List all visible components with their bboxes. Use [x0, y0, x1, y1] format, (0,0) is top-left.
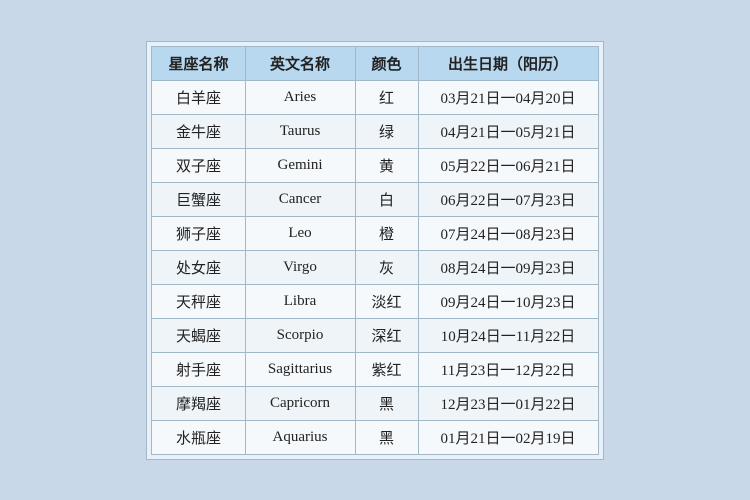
header-color: 颜色 [355, 46, 418, 80]
cell-english: Libra [245, 284, 355, 318]
cell-english: Aquarius [245, 420, 355, 454]
table-row: 天蝎座Scorpio深红10月24日一11月22日 [152, 318, 598, 352]
cell-english: Scorpio [245, 318, 355, 352]
cell-english: Leo [245, 216, 355, 250]
cell-color: 橙 [355, 216, 418, 250]
cell-english: Capricorn [245, 386, 355, 420]
cell-color: 黑 [355, 420, 418, 454]
cell-english: Cancer [245, 182, 355, 216]
table-row: 双子座Gemini黄05月22日一06月21日 [152, 148, 598, 182]
zodiac-table: 星座名称 英文名称 颜色 出生日期（阳历） 白羊座Aries红03月21日一04… [151, 46, 598, 455]
cell-color: 灰 [355, 250, 418, 284]
table-row: 白羊座Aries红03月21日一04月20日 [152, 80, 598, 114]
table-row: 金牛座Taurus绿04月21日一05月21日 [152, 114, 598, 148]
cell-date: 10月24日一11月22日 [418, 318, 598, 352]
cell-date: 01月21日一02月19日 [418, 420, 598, 454]
table-row: 水瓶座Aquarius黑01月21日一02月19日 [152, 420, 598, 454]
cell-english: Gemini [245, 148, 355, 182]
cell-date: 06月22日一07月23日 [418, 182, 598, 216]
cell-chinese: 双子座 [152, 148, 245, 182]
cell-chinese: 金牛座 [152, 114, 245, 148]
table-row: 巨蟹座Cancer白06月22日一07月23日 [152, 182, 598, 216]
header-date: 出生日期（阳历） [418, 46, 598, 80]
table-row: 狮子座Leo橙07月24日一08月23日 [152, 216, 598, 250]
cell-chinese: 水瓶座 [152, 420, 245, 454]
header-chinese: 星座名称 [152, 46, 245, 80]
cell-color: 红 [355, 80, 418, 114]
cell-english: Aries [245, 80, 355, 114]
cell-date: 12月23日一01月22日 [418, 386, 598, 420]
cell-color: 绿 [355, 114, 418, 148]
cell-english: Virgo [245, 250, 355, 284]
cell-chinese: 天秤座 [152, 284, 245, 318]
cell-date: 07月24日一08月23日 [418, 216, 598, 250]
cell-english: Taurus [245, 114, 355, 148]
cell-chinese: 狮子座 [152, 216, 245, 250]
table-row: 天秤座Libra淡红09月24日一10月23日 [152, 284, 598, 318]
cell-chinese: 处女座 [152, 250, 245, 284]
table-row: 摩羯座Capricorn黑12月23日一01月22日 [152, 386, 598, 420]
zodiac-table-container: 星座名称 英文名称 颜色 出生日期（阳历） 白羊座Aries红03月21日一04… [146, 41, 603, 460]
cell-color: 淡红 [355, 284, 418, 318]
cell-chinese: 天蝎座 [152, 318, 245, 352]
cell-date: 09月24日一10月23日 [418, 284, 598, 318]
table-row: 处女座Virgo灰08月24日一09月23日 [152, 250, 598, 284]
cell-chinese: 巨蟹座 [152, 182, 245, 216]
cell-chinese: 射手座 [152, 352, 245, 386]
cell-date: 11月23日一12月22日 [418, 352, 598, 386]
header-english: 英文名称 [245, 46, 355, 80]
cell-chinese: 白羊座 [152, 80, 245, 114]
cell-chinese: 摩羯座 [152, 386, 245, 420]
cell-color: 深红 [355, 318, 418, 352]
cell-date: 05月22日一06月21日 [418, 148, 598, 182]
table-header-row: 星座名称 英文名称 颜色 出生日期（阳历） [152, 46, 598, 80]
cell-english: Sagittarius [245, 352, 355, 386]
cell-date: 08月24日一09月23日 [418, 250, 598, 284]
cell-color: 黄 [355, 148, 418, 182]
cell-date: 04月21日一05月21日 [418, 114, 598, 148]
table-row: 射手座Sagittarius紫红11月23日一12月22日 [152, 352, 598, 386]
cell-color: 黑 [355, 386, 418, 420]
cell-color: 白 [355, 182, 418, 216]
cell-date: 03月21日一04月20日 [418, 80, 598, 114]
cell-color: 紫红 [355, 352, 418, 386]
